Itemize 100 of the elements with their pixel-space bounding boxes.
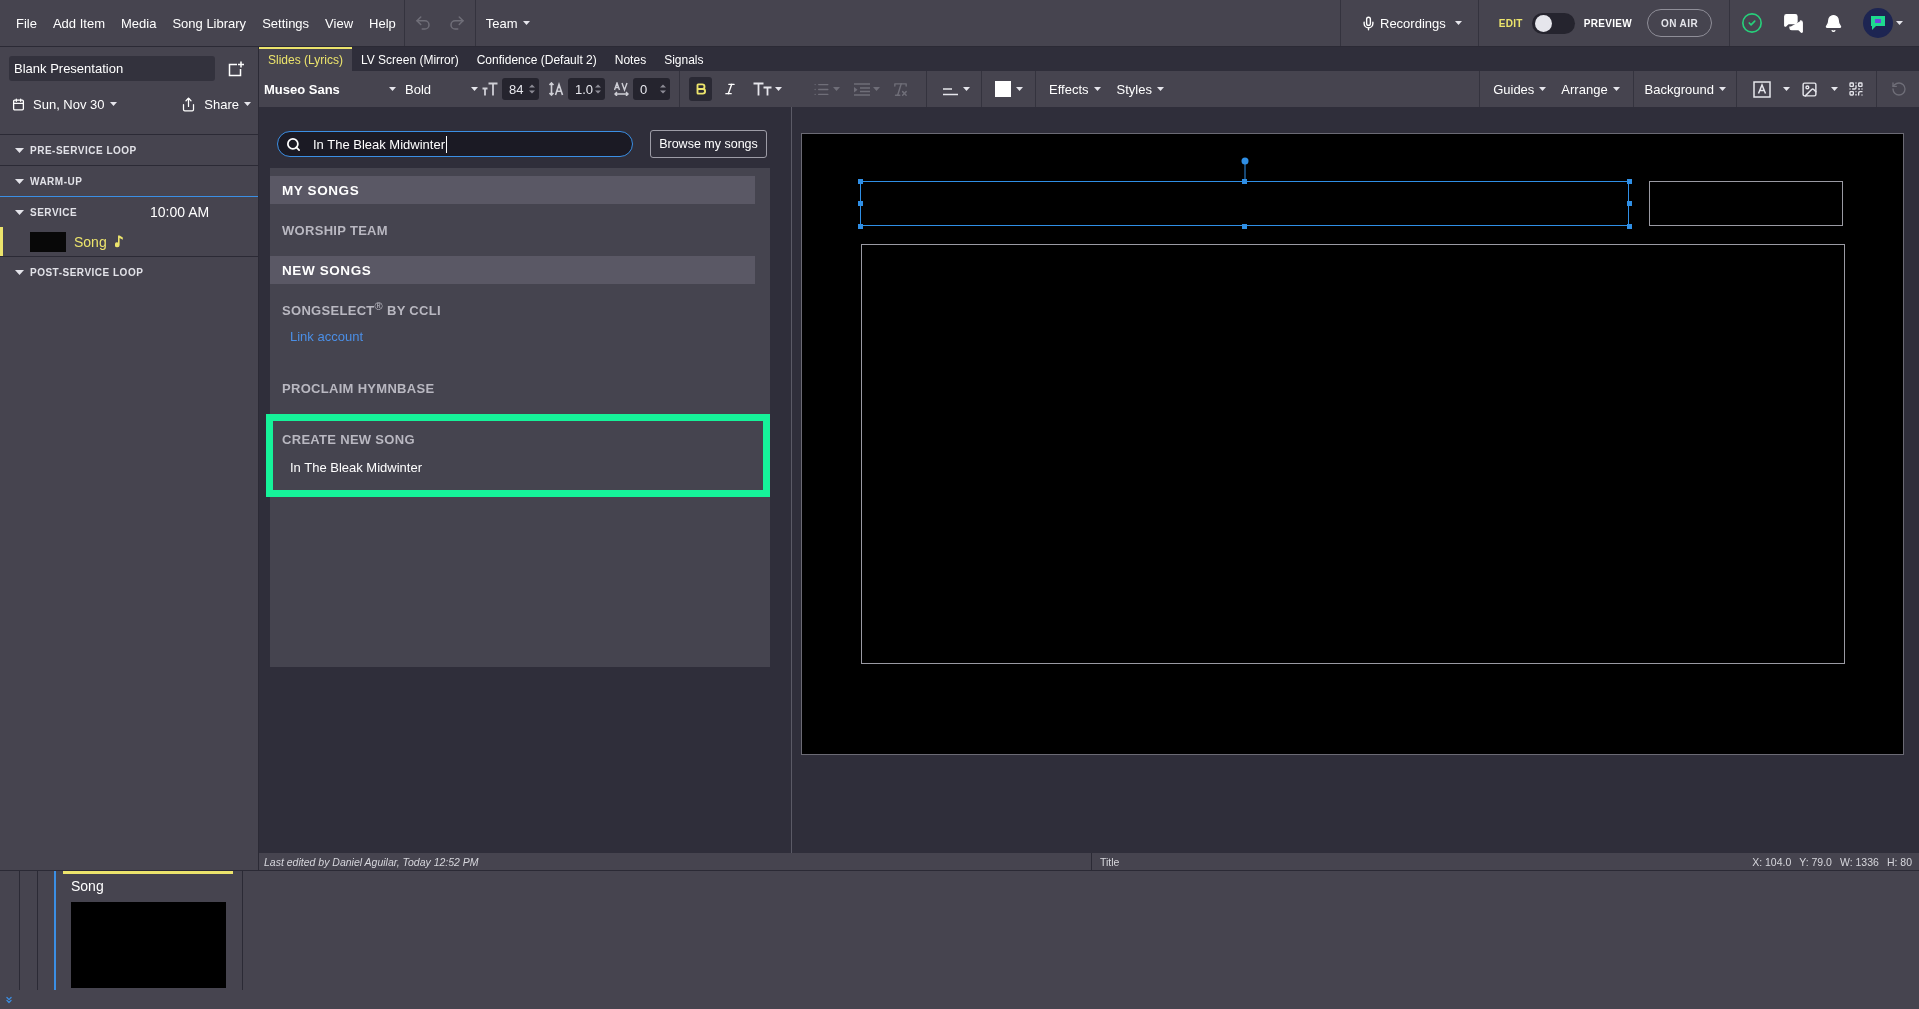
section-title: SERVICE <box>30 206 78 218</box>
slide-label: Song <box>71 877 104 895</box>
menu-item[interactable]: File <box>8 0 45 46</box>
expand-triangle-icon[interactable] <box>15 209 24 215</box>
menu-item[interactable]: Help <box>361 0 404 46</box>
resize-handle[interactable] <box>857 178 863 184</box>
check-circle-icon[interactable] <box>1741 12 1763 34</box>
text-box-icon[interactable] <box>1753 80 1771 98</box>
expand-triangle-icon[interactable] <box>15 147 24 153</box>
editor-tab[interactable]: Notes <box>605 47 656 71</box>
caret-icon <box>522 21 530 25</box>
caret-icon <box>963 87 970 91</box>
spin-arrows-icon[interactable] <box>595 83 601 95</box>
caret-icon <box>1093 87 1101 91</box>
caret-icon <box>1016 87 1023 91</box>
section-time: 10:00 AM <box>150 204 210 220</box>
caret-icon <box>1783 87 1790 91</box>
resize-handle[interactable] <box>1626 201 1632 206</box>
font-menu[interactable]: Museo Sans <box>259 81 399 97</box>
font-size-field[interactable]: 84 <box>502 78 539 100</box>
avatar-icon[interactable] <box>1863 8 1893 38</box>
caret-icon <box>1539 87 1547 91</box>
team-menu[interactable]: Team <box>475 0 540 46</box>
mode-switch[interactable] <box>1531 12 1575 34</box>
menu-item[interactable]: Add Item <box>44 0 113 46</box>
caret-icon <box>1156 87 1164 91</box>
qr-code-icon[interactable] <box>1848 81 1864 97</box>
library-header[interactable]: NEW SONGS <box>270 256 755 284</box>
position-readout: X: 104.0 <box>1752 855 1792 868</box>
resize-handle[interactable] <box>1626 223 1632 229</box>
preview-label: PREVIEW <box>1583 17 1632 29</box>
toolbar-menu[interactable]: Arrange <box>1561 81 1620 97</box>
text-box[interactable] <box>1649 181 1843 226</box>
resize-handle[interactable] <box>1626 178 1632 184</box>
resize-handle[interactable] <box>1242 178 1247 184</box>
menu-item[interactable]: Song Library <box>164 0 255 46</box>
image-icon[interactable] <box>1801 80 1818 98</box>
caret-icon <box>833 87 840 91</box>
date-menu[interactable]: Sun, Nov 30 <box>12 96 117 112</box>
edit-label: EDIT <box>1498 17 1523 29</box>
browse-songs-button[interactable]: Browse my songs <box>650 130 767 158</box>
position-readout: W: 1336 <box>1839 855 1879 868</box>
caret-icon <box>873 87 880 91</box>
expand-triangle-icon[interactable] <box>15 269 24 275</box>
menu-item[interactable]: View <box>317 0 362 46</box>
slide-card[interactable]: Song <box>63 871 233 988</box>
search-icon <box>286 136 301 152</box>
menu-item[interactable]: Media <box>113 0 165 46</box>
line-height-field[interactable]: 1.0 <box>568 78 605 100</box>
caret-icon <box>1719 87 1726 91</box>
toolbar-menu[interactable]: Guides <box>1493 81 1547 97</box>
service-item[interactable]: Song <box>0 227 258 256</box>
resize-handle[interactable] <box>1242 223 1247 229</box>
line-height-icon <box>549 82 564 96</box>
section-title: POST-SERVICE LOOP <box>30 266 144 278</box>
chevrons-down-icon[interactable] <box>4 994 14 1005</box>
share-menu[interactable]: Share <box>181 96 251 112</box>
menu-item[interactable]: Settings <box>254 0 318 46</box>
item-thumbnail <box>30 231 66 252</box>
add-page-icon[interactable] <box>228 60 244 77</box>
resize-handle[interactable] <box>857 223 863 229</box>
caret-icon <box>1454 21 1462 25</box>
section-title: PRE-SERVICE LOOP <box>30 144 137 156</box>
caret-icon <box>1831 87 1838 91</box>
last-edited-text: Last edited by Daniel Aguilar, Today 12:52 PM <box>263 855 480 868</box>
position-readout: H: 80 <box>1886 855 1912 868</box>
color-swatch-icon[interactable] <box>995 81 1011 97</box>
spin-arrows-icon[interactable] <box>660 83 666 95</box>
source-title: CREATE NEW SONG <box>282 432 415 448</box>
music-note-icon <box>114 235 123 248</box>
spin-arrows-icon[interactable] <box>529 83 535 95</box>
toolbar-menu[interactable]: Styles <box>1116 81 1164 97</box>
recordings-menu[interactable]: Recordings <box>1341 0 1478 46</box>
library-header[interactable]: MY SONGS <box>270 176 755 204</box>
italic-icon <box>722 82 737 96</box>
search-field[interactable]: In The Bleak Midwinter <box>277 131 633 157</box>
source-title: WORSHIP TEAM <box>282 223 388 239</box>
toolbar-menu[interactable]: Effects <box>1049 81 1101 97</box>
song-result[interactable]: In The Bleak Midwinter <box>290 460 422 476</box>
caret-icon <box>389 87 396 91</box>
source-title: PROCLAIM HYMNBASE <box>282 381 435 397</box>
expand-triangle-icon[interactable] <box>15 178 24 184</box>
editor-tab[interactable]: Slides (Lyrics) <box>259 47 352 71</box>
bold-button[interactable] <box>689 77 712 101</box>
text-case-icon[interactable] <box>753 82 772 96</box>
editor-tab[interactable]: Signals <box>655 47 713 71</box>
resize-handle[interactable] <box>857 201 863 206</box>
calendar-icon <box>12 97 25 111</box>
font-weight-menu[interactable]: Bold <box>405 81 478 97</box>
letter-spacing-icon <box>614 82 629 96</box>
background-menu[interactable]: Background <box>1644 81 1726 97</box>
bell-icon[interactable] <box>1824 13 1843 33</box>
text-box[interactable] <box>860 181 1629 226</box>
editor-tab[interactable]: Confidence (Default 2) <box>467 47 606 71</box>
chat-icon[interactable] <box>1783 12 1804 34</box>
rotate-handle[interactable] <box>1240 157 1249 181</box>
microphone-icon <box>1361 15 1376 31</box>
editor-tab[interactable]: LV Screen (Mirror) <box>351 47 468 71</box>
letter-spacing-field[interactable]: 0 <box>633 78 670 100</box>
presentation-name-field[interactable]: Blank Presentation <box>9 56 215 81</box>
